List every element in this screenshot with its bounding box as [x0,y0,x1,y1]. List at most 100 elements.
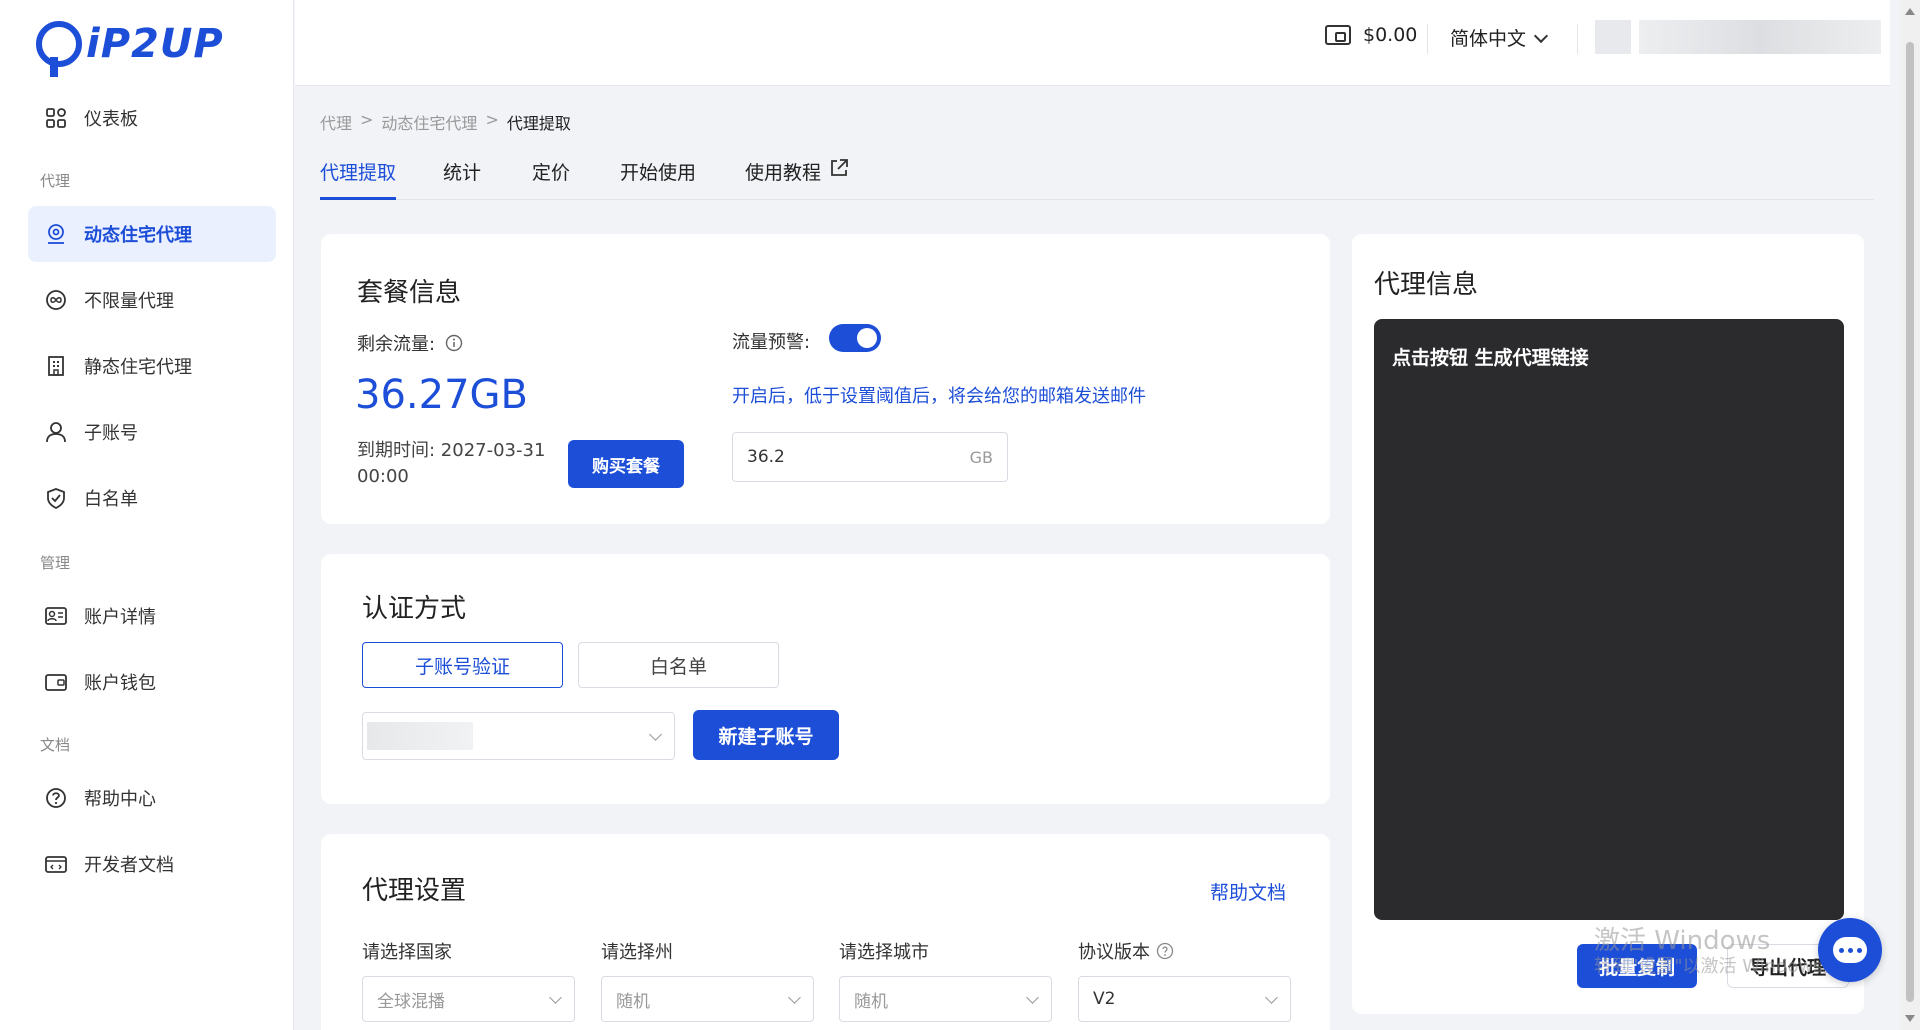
tab-label: 使用教程 [745,162,822,184]
scroll-up-icon[interactable] [1905,8,1915,15]
proxy-info-title: 代理信息 [1374,270,1479,300]
proxy-output-panel[interactable]: 点击按钮 生成代理链接 [1374,319,1844,920]
dashboard-icon [44,106,68,130]
protocol-value: V2 [1093,989,1116,1009]
sidebar-item-label: 白名单 [84,489,138,510]
tab-bar: 代理提取 统计 定价 开始使用 使用教程 [320,152,1874,200]
traffic-alert-toggle[interactable] [829,324,881,352]
logo[interactable]: iP2UP [36,16,224,77]
sidebar-item-whitelist[interactable]: 白名单 [28,470,276,526]
chevron-down-icon [1533,28,1549,43]
sidebar-item-label: 帮助中心 [84,789,156,810]
user-icon [44,420,68,444]
chevron-down-icon [549,990,562,1004]
sidebar-item-label: 账户钱包 [84,673,156,694]
country-label: 请选择国家 [362,942,452,963]
sidebar-item-help-center[interactable]: 帮助中心 [28,770,276,826]
remaining-traffic-value: 36.27GB [355,372,528,418]
chevron-down-icon [1265,990,1278,1004]
state-select[interactable]: 随机 [601,976,814,1022]
subaccount-select[interactable] [362,712,675,760]
scroll-down-icon[interactable] [1905,1015,1915,1022]
divider [1577,24,1578,54]
traffic-alert-note: 开启后，低于设置阈值后，将会给您的邮箱发送邮件 [732,386,1146,407]
chevron-down-icon [788,990,801,1004]
settings-title: 代理设置 [362,876,467,906]
language-selector[interactable]: 简体中文 [1450,24,1549,51]
chevron-down-icon [1026,990,1039,1004]
nav-section-proxy: 代理 [40,172,71,190]
language-label: 简体中文 [1450,28,1527,50]
breadcrumb-item[interactable]: 代理 [320,110,352,134]
buy-package-button[interactable]: 购买套餐 [568,440,684,488]
sidebar-item-unlimited[interactable]: 不限量代理 [28,272,276,328]
city-value: 随机 [854,991,888,1012]
location-pin-icon [44,222,68,246]
wallet-icon [1325,25,1351,45]
username-redacted[interactable] [1639,20,1881,54]
package-card: 套餐信息 剩余流量: 36.27GB 到期时间: 2027-03-31 00:0… [321,234,1330,524]
sidebar-item-label: 子账号 [84,423,138,444]
threshold-value: 36.2 [747,447,785,467]
tab-statistics[interactable]: 统计 [443,158,481,200]
auth-subaccount-option[interactable]: 子账号验证 [362,642,563,688]
country-value: 全球混播 [377,991,445,1012]
divider [1427,24,1428,54]
sidebar-item-static-residential[interactable]: 静态住宅代理 [28,338,276,394]
auth-card: 认证方式 子账号验证 白名单 新建子账号 [321,554,1330,804]
external-link-icon [829,158,849,200]
building-icon [44,354,68,378]
package-title: 套餐信息 [357,278,462,308]
remaining-label: 剩余流量: [357,334,436,355]
state-label: 请选择州 [601,942,673,963]
sidebar-item-wallet[interactable]: 账户钱包 [28,654,276,710]
sidebar-item-label: 静态住宅代理 [84,357,192,378]
threshold-unit: GB [969,447,993,467]
chat-support-button[interactable] [1818,918,1882,982]
sidebar-item-label: 动态住宅代理 [84,225,192,246]
traffic-alert-label: 流量预警: [732,332,811,353]
sidebar-item-account-details[interactable]: 账户详情 [28,588,276,644]
sidebar-item-subaccount[interactable]: 子账号 [28,404,276,460]
logo-icon [36,21,82,77]
state-value: 随机 [616,991,650,1012]
sidebar-item-dynamic-residential[interactable]: 动态住宅代理 [28,206,276,262]
tab-get-started[interactable]: 开始使用 [620,158,696,200]
logo-text: iP2UP [86,21,224,67]
tab-proxy-extraction[interactable]: 代理提取 [320,158,397,200]
proxy-output-placeholder: 点击按钮 生成代理链接 [1392,347,1589,369]
shield-icon [44,486,68,510]
id-card-icon [44,604,68,628]
sidebar-item-label: 不限量代理 [84,291,174,312]
avatar[interactable] [1595,20,1631,54]
redacted-value [367,722,473,750]
scrollbar-thumb[interactable] [1906,42,1914,1002]
expiry-time: 00:00 [357,466,409,487]
batch-copy-button[interactable]: 批量复制 [1577,944,1697,988]
page-scrollbar[interactable] [1900,0,1920,1030]
nav-section-manage: 管理 [40,554,71,572]
sidebar-item-developer-docs[interactable]: 开发者文档 [28,836,276,892]
help-docs-link[interactable]: 帮助文档 [1210,878,1286,905]
balance-display[interactable]: $0.00 [1325,24,1417,46]
infinity-icon [44,288,68,312]
tab-tutorial[interactable]: 使用教程 [745,158,849,200]
threshold-input[interactable]: 36.2 GB [732,432,1008,482]
breadcrumb-item[interactable]: 动态住宅代理 [381,110,477,134]
city-select[interactable]: 随机 [839,976,1052,1022]
sidebar-item-dashboard[interactable]: 仪表板 [28,90,276,146]
proxy-settings-card: 代理设置 帮助文档 请选择国家 请选择州 请选择城市 协议版本 全球混播 随机 … [321,834,1330,1030]
sidebar-item-label: 账户详情 [84,607,156,628]
auth-title: 认证方式 [362,594,467,624]
tab-pricing[interactable]: 定价 [532,158,570,200]
country-select[interactable]: 全球混播 [362,976,575,1022]
new-subaccount-button[interactable]: 新建子账号 [693,710,839,760]
nav-section-docs: 文档 [40,736,71,754]
info-icon[interactable] [445,334,463,352]
auth-whitelist-option[interactable]: 白名单 [578,642,779,688]
chevron-down-icon [649,727,662,741]
help-icon [44,786,68,810]
topbar: $0.00 简体中文 [295,0,1890,86]
help-icon[interactable] [1156,942,1174,960]
protocol-select[interactable]: V2 [1078,976,1291,1022]
